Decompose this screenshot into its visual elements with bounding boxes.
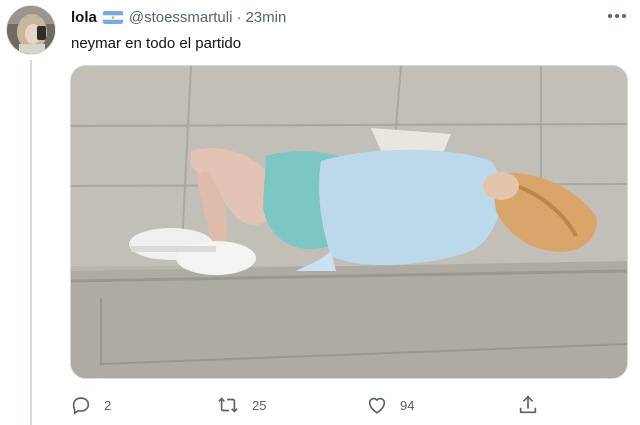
more-options-button[interactable] [604,4,630,28]
separator-dot: · [236,8,242,26]
share-icon [519,395,537,414]
tweet-media-image[interactable] [70,65,628,379]
display-name[interactable]: lola [71,9,97,26]
photo-person-lying-on-pavement [71,66,627,378]
tweet-text: neymar en todo el partido [71,35,242,52]
share-button[interactable] [517,393,539,417]
retweet-icon [218,397,238,413]
tweet-header: lola @stoessmartuli · 23min [71,6,286,28]
avatar[interactable] [6,5,56,55]
timestamp[interactable]: 23min [245,9,286,26]
like-count: 94 [400,397,415,413]
reply-count: 2 [104,397,112,413]
user-handle[interactable]: @stoessmartuli [129,9,233,26]
reply-button[interactable]: 2 [70,393,111,417]
thread-line [30,60,32,425]
tweet[interactable]: lola @stoessmartuli · 23min neymar en to… [0,0,640,425]
argentina-flag-icon [102,10,123,24]
retweet-count: 25 [252,397,267,413]
reply-icon [72,397,90,415]
like-button[interactable]: 94 [366,393,414,417]
tweet-actions: 2 25 94 [70,393,540,417]
more-options-icon [608,14,626,18]
heart-icon [368,397,386,414]
avatar-image [7,6,55,54]
retweet-button[interactable]: 25 [216,393,266,417]
